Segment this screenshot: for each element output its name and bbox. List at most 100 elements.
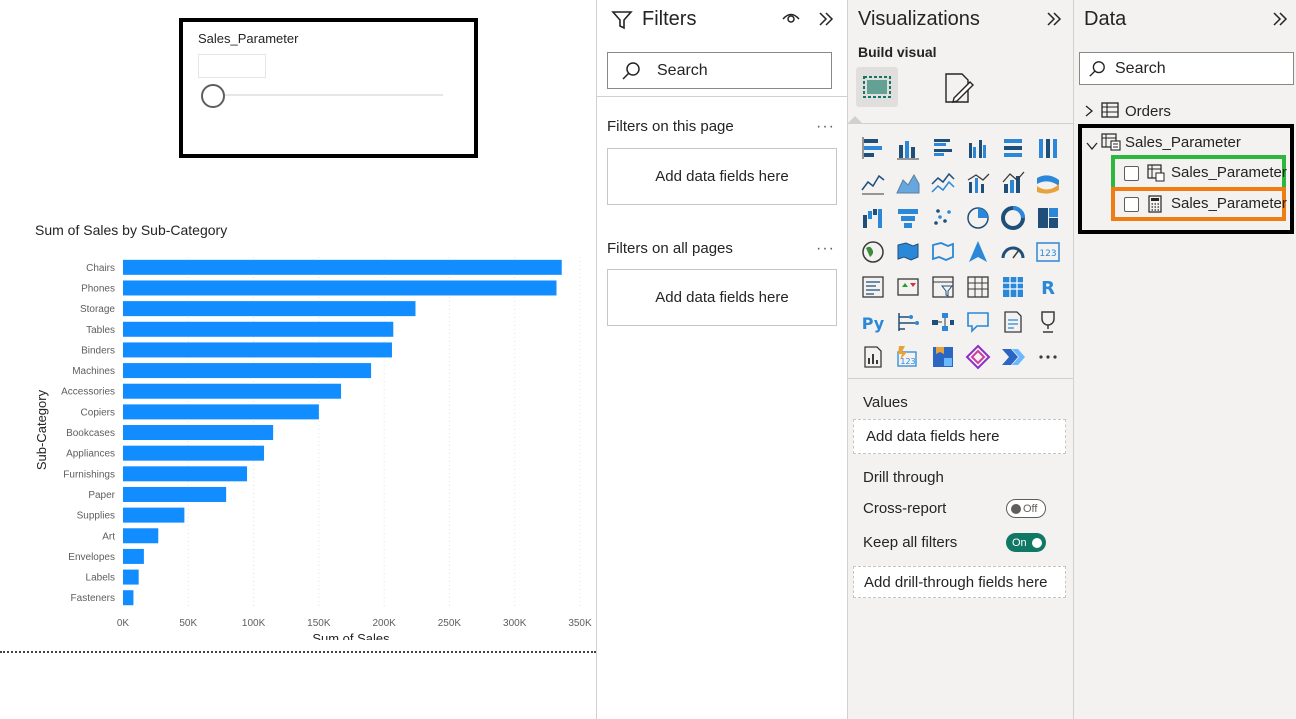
slicer-value-input[interactable]	[198, 54, 266, 78]
filled-map-icon[interactable]	[895, 239, 921, 265]
slicer-visual[interactable]: Sales_Parameter	[179, 18, 478, 158]
power-automate-icon[interactable]	[930, 344, 956, 370]
tree-label: Sales_Parameter	[1125, 134, 1241, 151]
category-label: Paper	[88, 490, 115, 501]
ribbon-chart-icon[interactable]	[1035, 170, 1061, 196]
field-checkbox[interactable]	[1124, 166, 1139, 181]
bar[interactable]	[123, 280, 557, 296]
metrics-icon[interactable]	[1035, 309, 1061, 335]
line-stacked-column-chart-icon[interactable]	[1000, 170, 1026, 196]
area-chart-icon[interactable]	[895, 170, 921, 196]
bar[interactable]	[123, 425, 274, 441]
filters-all-drop-well[interactable]: Add data fields here	[607, 269, 837, 326]
category-label: Supplies	[77, 511, 115, 522]
clustered-bar-chart-icon[interactable]	[930, 135, 956, 161]
bar[interactable]	[123, 259, 562, 275]
100-stacked-bar-chart-icon[interactable]	[1000, 135, 1026, 161]
category-label: Fasteners	[71, 593, 115, 604]
bar[interactable]	[123, 301, 416, 317]
chevron-right-icon[interactable]	[1084, 104, 1094, 123]
category-label: Machines	[72, 366, 115, 377]
category-label: Phones	[81, 283, 115, 294]
bar[interactable]	[123, 528, 159, 544]
report-canvas: Sales_Parameter Sum of Sales by Sub-Cate…	[0, 0, 596, 719]
filters-search-input[interactable]: Search	[607, 52, 832, 89]
waterfall-chart-icon[interactable]	[860, 205, 886, 231]
kpi-icon[interactable]	[895, 274, 921, 300]
gauge-icon[interactable]	[1000, 239, 1026, 265]
bar[interactable]	[123, 466, 248, 482]
map-icon[interactable]	[860, 239, 886, 265]
100-stacked-column-chart-icon[interactable]	[1035, 135, 1061, 161]
filters-pane: Filters Search Filters on this page ··· …	[597, 0, 847, 719]
field-label: Sales_Parameter	[1171, 195, 1287, 212]
values-drop-well[interactable]: Add data fields here	[853, 419, 1066, 454]
smart-narrative-icon[interactable]	[1000, 309, 1026, 335]
keep-all-filters-toggle[interactable]: On	[1006, 533, 1046, 552]
bar-chart[interactable]: Sum of Sales by Sub-Category Chairs Phone…	[0, 220, 596, 640]
field-item-parameter-column[interactable]: Sales_Parameter	[1111, 155, 1287, 191]
field-checkbox[interactable]	[1124, 197, 1139, 212]
table-icon[interactable]	[965, 274, 991, 300]
scatter-chart-icon[interactable]	[930, 205, 956, 231]
data-search-input[interactable]: Search	[1079, 52, 1294, 85]
format-visual-tab[interactable]	[940, 70, 976, 111]
visualizations-title: Visualizations	[858, 8, 980, 30]
clustered-column-chart-icon[interactable]	[965, 135, 991, 161]
bar[interactable]	[123, 590, 134, 606]
eye-icon[interactable]	[781, 10, 801, 31]
slicer-track[interactable]	[225, 94, 443, 96]
drill-through-drop-well[interactable]: Add drill-through fields here	[853, 566, 1066, 598]
slicer-icon[interactable]	[930, 274, 956, 300]
qa-icon[interactable]	[965, 309, 991, 335]
bar[interactable]	[123, 321, 394, 337]
power-bi-visual-icon[interactable]	[965, 344, 991, 370]
bar[interactable]	[123, 507, 185, 523]
field-item-parameter-measure[interactable]: Sales_Parameter	[1111, 187, 1287, 221]
chart-y-axis-label: Sub-Category	[34, 389, 49, 470]
arrow-chevron-icon[interactable]	[1000, 344, 1026, 370]
line-chart-icon[interactable]	[860, 170, 886, 196]
bar[interactable]	[123, 363, 372, 379]
multi-row-card-icon[interactable]	[860, 274, 886, 300]
pie-chart-icon[interactable]	[965, 205, 991, 231]
bar[interactable]	[123, 342, 392, 358]
collapse-icon[interactable]	[1045, 10, 1063, 33]
filters-page-drop-well[interactable]: Add data fields here	[607, 148, 837, 205]
matrix-icon[interactable]	[1000, 274, 1026, 300]
decomposition-tree-icon[interactable]	[930, 309, 956, 335]
shape-map-icon[interactable]	[930, 239, 956, 265]
divider	[597, 96, 847, 97]
bar[interactable]	[123, 445, 265, 461]
power-apps-icon[interactable]: 123	[895, 344, 921, 370]
key-influencers-icon[interactable]	[895, 309, 921, 335]
bar[interactable]	[123, 404, 319, 420]
slicer-handle[interactable]	[201, 84, 225, 108]
stacked-area-chart-icon[interactable]	[930, 170, 956, 196]
stacked-bar-chart-icon[interactable]	[860, 135, 886, 161]
python-visual-icon[interactable]: Py	[860, 309, 886, 335]
bar[interactable]	[123, 383, 342, 399]
bar[interactable]	[123, 486, 227, 502]
bar[interactable]	[123, 548, 144, 564]
chevron-down-icon[interactable]	[1085, 138, 1099, 156]
funnel-chart-icon[interactable]	[895, 205, 921, 231]
category-label: Furnishings	[63, 469, 115, 480]
collapse-icon[interactable]	[1271, 10, 1289, 33]
paginated-report-icon[interactable]	[860, 344, 886, 370]
bar[interactable]	[123, 569, 139, 585]
stacked-column-chart-icon[interactable]	[895, 135, 921, 161]
build-visual-tab[interactable]	[856, 67, 898, 107]
line-column-chart-icon[interactable]	[965, 170, 991, 196]
collapse-icon[interactable]	[817, 10, 835, 33]
more-options-icon[interactable]: ···	[816, 118, 835, 136]
svg-text:R: R	[1041, 278, 1055, 299]
azure-map-icon[interactable]	[965, 239, 991, 265]
donut-chart-icon[interactable]	[1000, 205, 1026, 231]
more-options-icon[interactable]: ···	[816, 240, 835, 258]
cross-report-toggle[interactable]: Off	[1006, 499, 1046, 518]
treemap-icon[interactable]	[1035, 205, 1061, 231]
more-visuals-icon[interactable]	[1035, 344, 1061, 370]
r-visual-icon[interactable]: R	[1035, 274, 1061, 300]
card-icon[interactable]: 123	[1035, 239, 1061, 265]
